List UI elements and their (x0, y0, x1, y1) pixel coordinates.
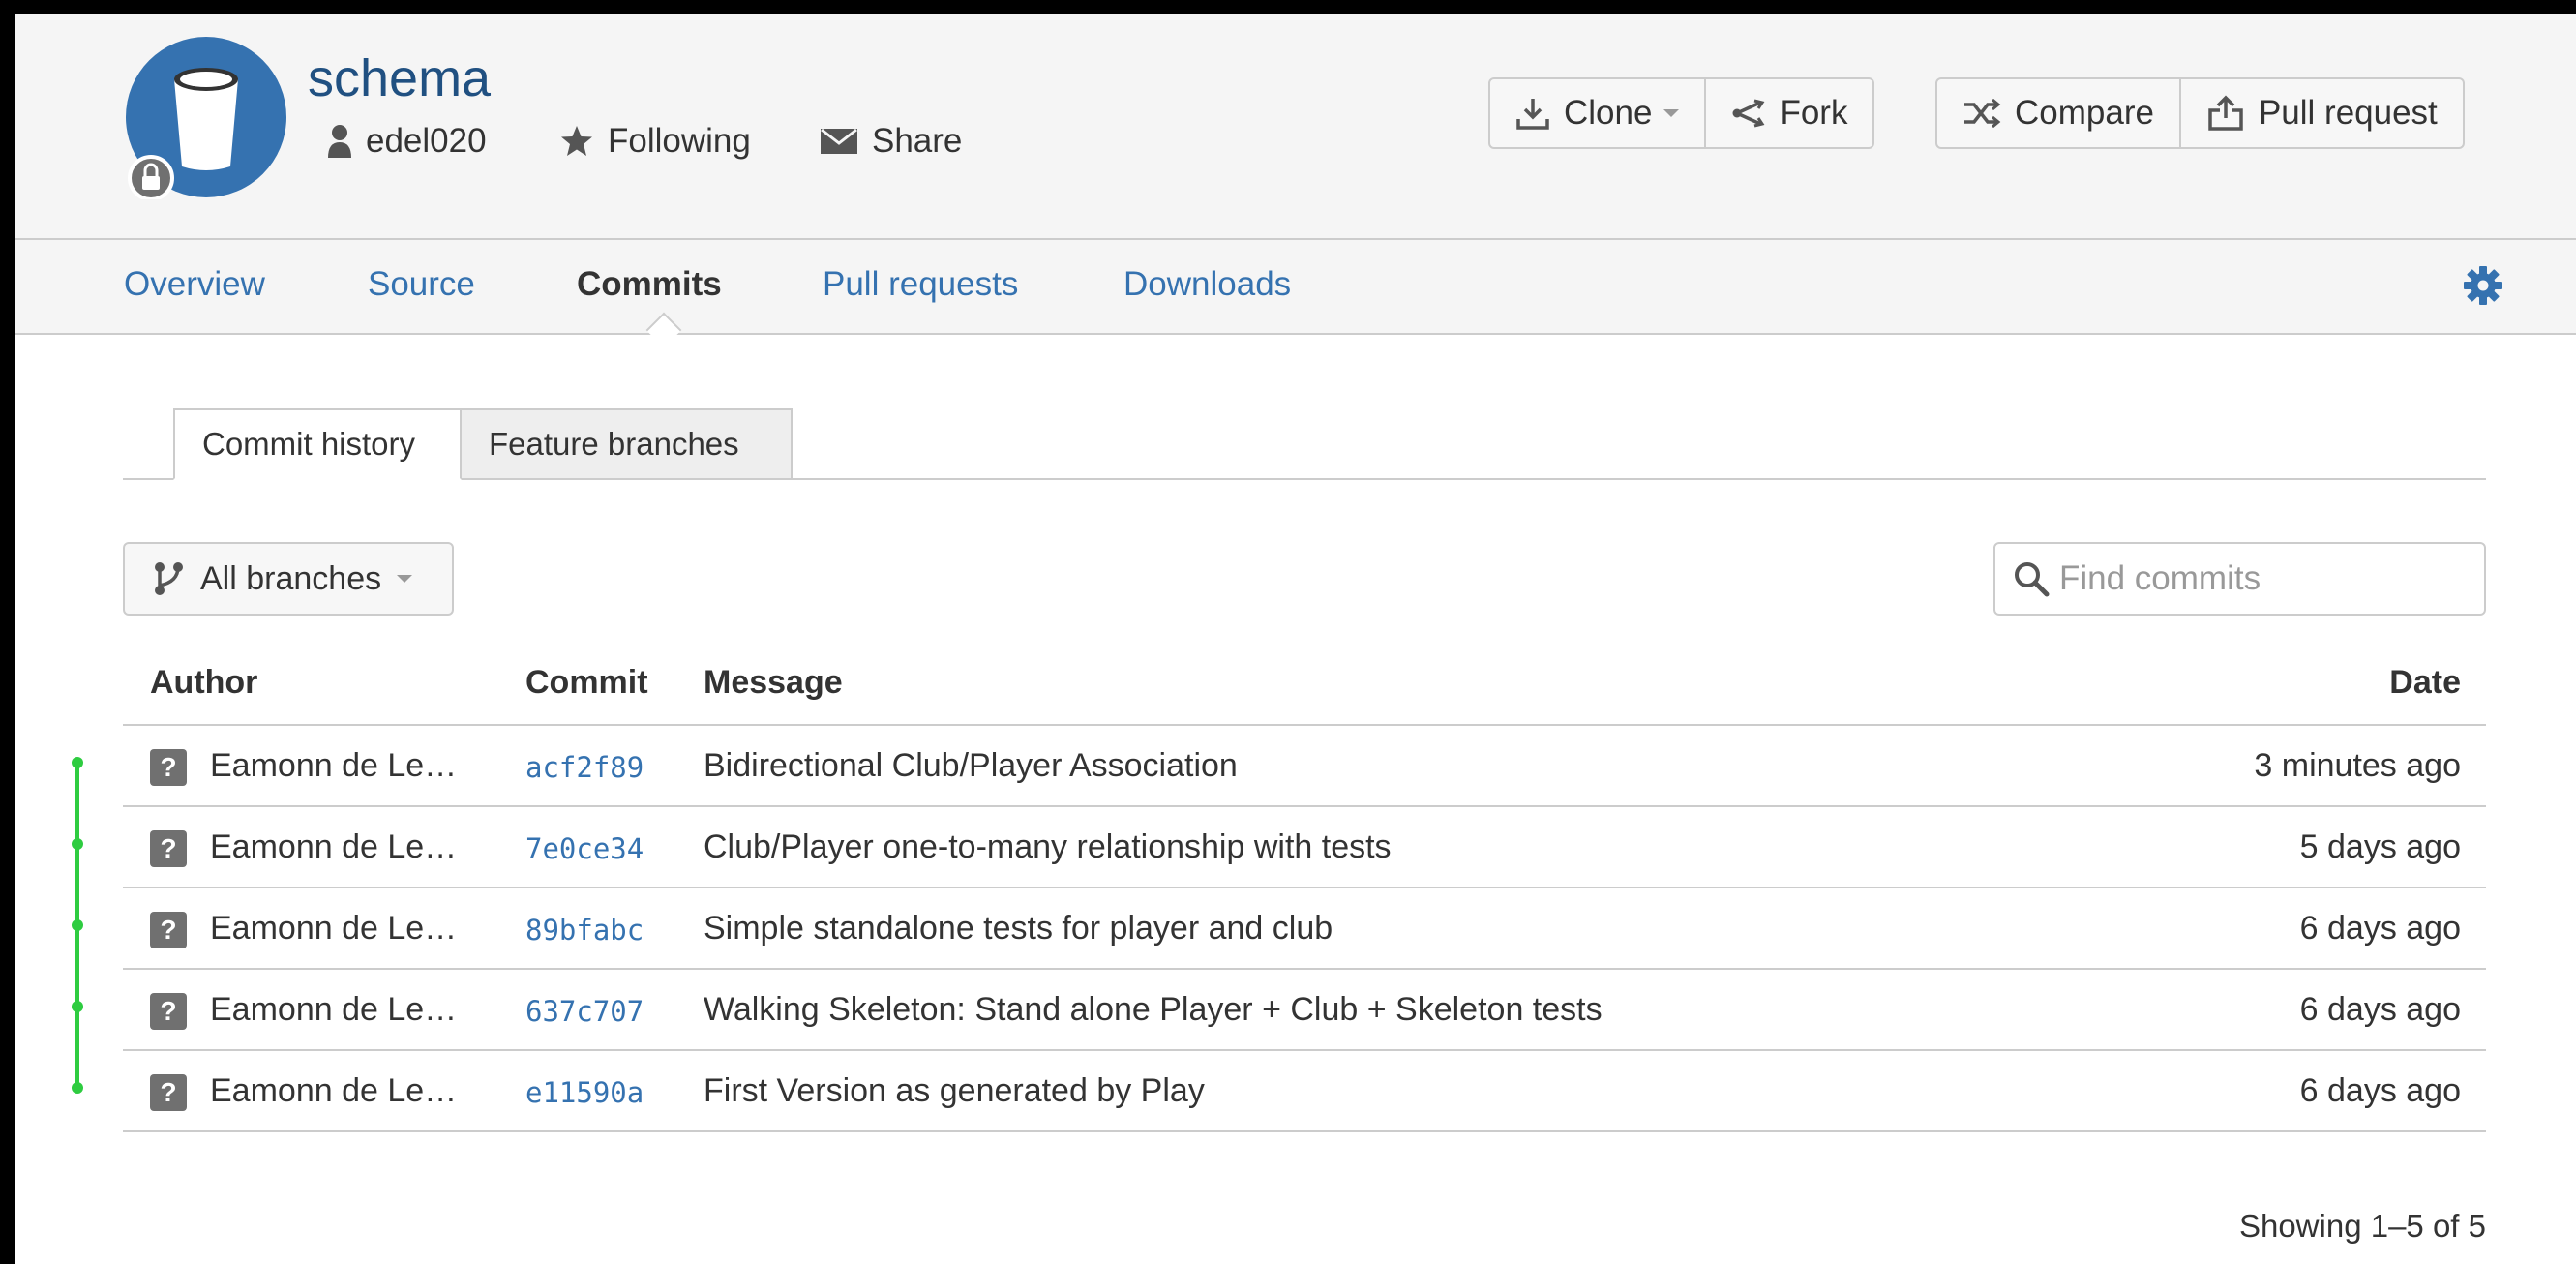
branch-filter-dropdown[interactable]: All branches (123, 542, 454, 616)
commit-hash-link[interactable]: 89bfabc (525, 914, 644, 947)
pull-request-label: Pull request (2258, 94, 2438, 132)
repo-avatar-bucket-icon[interactable] (124, 35, 288, 199)
table-row: ? Eamonn de Le… acf2f89 Bidirectional Cl… (123, 726, 2486, 807)
user-icon (328, 125, 351, 158)
chevron-down-icon (1663, 109, 1680, 117)
author-name: Eamonn de Le… (210, 828, 458, 865)
app-window: schema edel020 Following Share Clone For… (0, 0, 2576, 1264)
col-date: Date (2389, 664, 2461, 701)
commit-message: Bidirectional Club/Player Association (704, 747, 1238, 784)
fork-label: Fork (1780, 94, 1848, 132)
col-message: Message (704, 664, 843, 701)
tab-commit-history[interactable]: Commit history (173, 408, 462, 480)
owner-name: edel020 (366, 122, 487, 160)
commit-date: 3 minutes ago (2254, 747, 2461, 784)
tab-pull-requests[interactable]: Pull requests (823, 265, 1018, 304)
follow-toggle[interactable]: Following (559, 122, 751, 161)
commits-table: Author Commit Message Date ? Eamonn de L… (123, 647, 2486, 1132)
pull-request-button[interactable]: Pull request (2180, 77, 2465, 149)
compare-icon (1964, 99, 2001, 128)
unknown-user-icon: ? (150, 830, 187, 867)
compare-button[interactable]: Compare (1935, 77, 2181, 149)
share-button[interactable]: Share (820, 122, 962, 161)
table-row: ? Eamonn de Le… 89bfabc Simple standalon… (123, 888, 2486, 970)
compare-pr-group: Compare Pull request (1935, 77, 2465, 149)
commit-date: 6 days ago (2299, 1072, 2461, 1109)
repo-header: schema edel020 Following Share Clone For… (15, 14, 2576, 240)
author-name: Eamonn de Le… (210, 1072, 458, 1109)
tab-downloads[interactable]: Downloads (1123, 265, 1291, 304)
table-row: ? Eamonn de Le… 637c707 Walking Skeleton… (123, 970, 2486, 1051)
commit-hash-link[interactable]: 637c707 (525, 995, 644, 1028)
table-row: ? Eamonn de Le… 7e0ce34 Club/Player one-… (123, 807, 2486, 888)
unknown-user-icon: ? (150, 993, 187, 1030)
tab-feature-branches[interactable]: Feature branches (462, 408, 793, 480)
col-commit: Commit (525, 664, 648, 701)
commit-message: Club/Player one-to-many relationship wit… (704, 828, 1392, 865)
table-header: Author Commit Message Date (123, 647, 2486, 726)
unknown-user-icon: ? (150, 1074, 187, 1111)
unknown-user-icon: ? (150, 749, 187, 786)
find-commits-input[interactable] (2057, 558, 2468, 599)
col-author: Author (150, 664, 258, 701)
gear-icon[interactable] (2463, 265, 2503, 306)
search-icon (2015, 562, 2050, 597)
commit-message: Simple standalone tests for player and c… (704, 910, 1333, 947)
tab-source[interactable]: Source (368, 265, 475, 304)
author-name: Eamonn de Le… (210, 991, 458, 1028)
repo-nav: Overview Source Commits Pull requests Do… (15, 240, 2576, 348)
download-icon (1516, 99, 1549, 130)
window-border-left (0, 0, 15, 1264)
unknown-user-icon: ? (150, 912, 187, 948)
upload-icon (2208, 95, 2243, 131)
commit-hash-link[interactable]: 7e0ce34 (525, 832, 644, 865)
active-tab-pointer (645, 312, 682, 348)
commit-date: 6 days ago (2299, 910, 2461, 947)
commit-graph (72, 757, 83, 1094)
author-name: Eamonn de Le… (210, 910, 458, 947)
pagination-summary: Showing 1–5 of 5 (2238, 1208, 2486, 1244)
find-commits-search[interactable] (1993, 542, 2486, 616)
tab-overview[interactable]: Overview (124, 265, 265, 304)
tab-commits[interactable]: Commits (577, 265, 722, 304)
star-icon (561, 126, 592, 156)
clone-button[interactable]: Clone (1488, 77, 1707, 149)
clone-fork-group: Clone Fork (1488, 77, 1875, 149)
window-border-top (0, 0, 2576, 14)
share-label: Share (872, 122, 963, 160)
branch-icon (155, 562, 183, 595)
repo-name-link[interactable]: schema (308, 48, 491, 108)
table-row: ? Eamonn de Le… e11590a First Version as… (123, 1051, 2486, 1132)
fork-button[interactable]: Fork (1706, 77, 1875, 149)
chevron-down-icon (397, 575, 413, 583)
commit-message: First Version as generated by Play (704, 1072, 1205, 1109)
commit-hash-link[interactable]: e11590a (525, 1076, 644, 1109)
repo-owner[interactable]: edel020 (327, 122, 487, 161)
envelope-icon (821, 128, 857, 154)
commit-date: 5 days ago (2299, 828, 2461, 865)
follow-label: Following (608, 122, 751, 160)
compare-label: Compare (2015, 94, 2154, 132)
author-name: Eamonn de Le… (210, 747, 458, 784)
clone-label: Clone (1564, 94, 1653, 132)
commit-message: Walking Skeleton: Stand alone Player + C… (704, 991, 1603, 1028)
commit-hash-link[interactable]: acf2f89 (525, 751, 644, 784)
fork-icon (1732, 99, 1765, 128)
branch-filter-label: All branches (200, 559, 382, 597)
commit-date: 6 days ago (2299, 991, 2461, 1028)
